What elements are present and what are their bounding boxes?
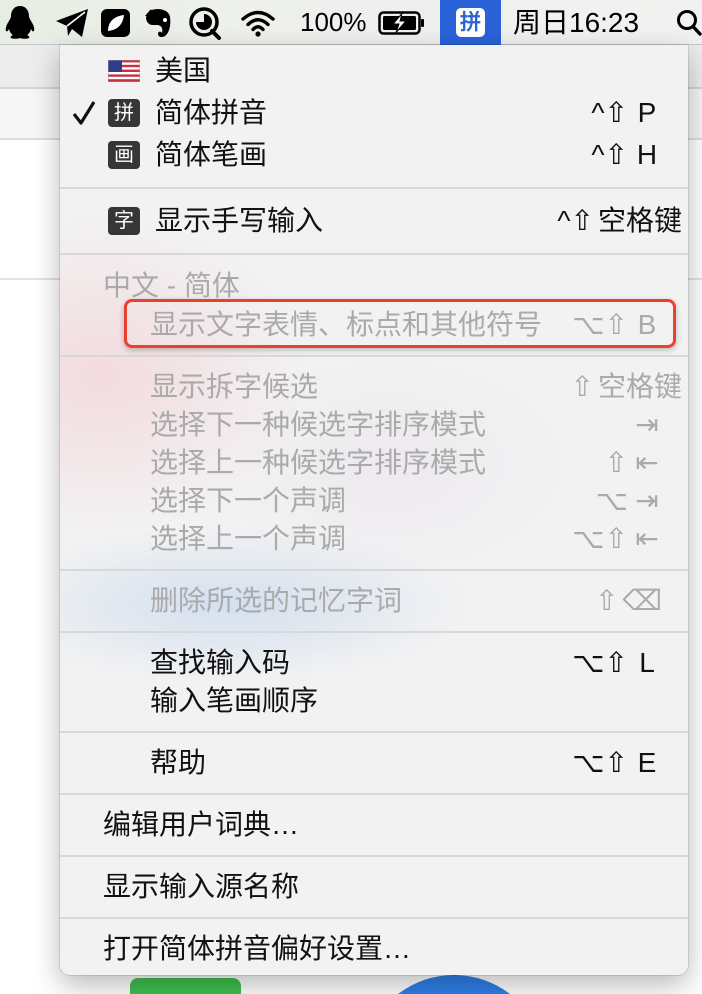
menu-item-show-handwriting[interactable]: 字 显示手写输入 ^⇧ 空格键 [60, 200, 688, 242]
us-flag-icon [108, 60, 140, 82]
shortcut-modifiers: ⇧ [570, 371, 594, 402]
shortcut-modifiers: ^⇧ [591, 139, 628, 170]
menu-separator [60, 558, 688, 582]
shortcut-key: 空格键 [597, 205, 682, 236]
menu-separator [60, 782, 688, 806]
menu-item-show-split-candidates: 显示拆字候选 ⇧ 空格键 [60, 368, 688, 406]
menu-item-simplified-stroke[interactable]: 画 简体笔画 ^⇧ H [60, 134, 688, 176]
menu-separator [60, 844, 688, 868]
menu-item-us[interactable]: 美国 [60, 50, 688, 92]
shortcut-key: P [637, 97, 657, 128]
menu-item-delete-memorized-words: 删除所选的记忆字词 ⇧ ⌫ [60, 582, 688, 620]
menu-item-previous-sort-mode: 选择上一种候选字排序模式 ⇧ ⇤ [60, 444, 688, 482]
background-blue-circle [398, 975, 510, 994]
shortcut-key: ⇤ [635, 523, 659, 554]
menubar-clock[interactable]: 周日16:23 [513, 0, 639, 45]
shortcut-keys: ^⇧ P [591, 92, 662, 134]
stroke-input-icon: 画 [108, 141, 140, 169]
shortcut-modifiers: ⌥⇧ [572, 523, 628, 554]
menu-item-label: 选择上一种候选字排序模式 [150, 447, 487, 478]
menu-item-label: 选择上一个声调 [150, 523, 347, 554]
menu-separator [60, 720, 688, 744]
shortcut-modifiers: ⌥ [595, 485, 628, 516]
evernote-icon[interactable] [142, 0, 174, 45]
menu-item-label: 美国 [155, 55, 212, 86]
spotlight-search-icon[interactable] [676, 0, 702, 45]
menu-bar: 100% 拼 周日16:23 [0, 0, 702, 45]
menu-separator [60, 906, 688, 930]
shortcut-keys: ⌥⇧ L [572, 644, 662, 682]
menu-item-label: 简体笔画 [155, 139, 268, 170]
shortcut-modifiers: ^⇧ [557, 205, 594, 236]
shortcut-key: ⇥ [635, 485, 659, 516]
menu-item-edit-user-dictionary[interactable]: 编辑用户词典… [60, 806, 688, 844]
checkmark-icon [72, 100, 96, 126]
shortcut-key: E [637, 747, 657, 778]
shortcut-keys: ⇧ ⇤ [605, 444, 662, 482]
pinyin-input-icon: 拼 [456, 8, 485, 37]
handwriting-icon: 字 [108, 207, 140, 235]
menu-item-open-preferences[interactable]: 打开简体拼音偏好设置… [60, 930, 688, 968]
menu-item-label: 选择下一个声调 [150, 485, 347, 516]
menu-item-label: 选择下一种候选字排序模式 [150, 409, 487, 440]
qq-penguin-icon[interactable] [3, 0, 37, 45]
menu-item-label: 编辑用户词典… [103, 809, 300, 840]
menu-item-label: 显示拆字候选 [150, 371, 319, 402]
menu-item-previous-tone: 选择上一个声调 ⌥⇧ ⇤ [60, 520, 688, 558]
note-app-icon[interactable] [99, 0, 131, 45]
paper-plane-icon[interactable] [54, 0, 90, 45]
input-source-menu-extra[interactable]: 拼 [440, 0, 501, 45]
shortcut-key: H [636, 139, 658, 170]
shortcut-key: ⇥ [635, 409, 659, 440]
shortcut-modifiers: ^⇧ [591, 97, 628, 128]
qq-browser-icon[interactable] [187, 0, 223, 45]
menu-item-show-input-source-name[interactable]: 显示输入源名称 [60, 868, 688, 906]
wifi-icon[interactable] [240, 0, 276, 45]
menu-item-help[interactable]: 帮助 ⌥⇧ E [60, 744, 688, 782]
battery-percentage[interactable]: 100% [300, 0, 367, 45]
menu-item-simplified-pinyin[interactable]: 拼 简体拼音 ^⇧ P [60, 92, 688, 134]
menu-item-label: 帮助 [150, 747, 207, 778]
menu-item-lookup-input-code[interactable]: 查找输入码 ⌥⇧ L [60, 644, 688, 682]
menu-item-input-stroke-order[interactable]: 输入笔画顺序 [60, 682, 688, 720]
menu-item-next-sort-mode: 选择下一种候选字排序模式 ⇥ [60, 406, 688, 444]
shortcut-keys: ⇧ ⌫ [595, 582, 662, 620]
shortcut-keys: ^⇧ H [591, 134, 662, 176]
menu-separator [60, 176, 688, 200]
shortcut-keys: ⇥ [628, 406, 662, 444]
shortcut-key: L [639, 647, 655, 678]
shortcut-modifiers: ⇧ [604, 447, 628, 478]
shortcut-modifiers: ⇧ [594, 585, 619, 616]
menu-separator [60, 620, 688, 644]
menu-item-label: 简体拼音 [155, 97, 268, 128]
menu-item-label: 删除所选的记忆字词 [150, 585, 403, 616]
shortcut-key: ⇤ [635, 447, 659, 478]
menu-separator [60, 242, 688, 266]
pinyin-input-icon: 拼 [108, 99, 140, 127]
shortcut-modifiers: ⌥⇧ [572, 747, 628, 778]
shortcut-key: 空格键 [597, 371, 682, 402]
shortcut-keys: ⌥⇧ ⇤ [572, 520, 662, 558]
shortcut-keys: ⌥ ⇥ [596, 482, 662, 520]
shortcut-keys: ⇧ 空格键 [571, 368, 682, 406]
shortcut-keys: ⌥⇧ E [572, 744, 662, 782]
menu-item-label: 显示手写输入 [155, 205, 324, 236]
background-green-button [130, 978, 241, 994]
menu-item-label: 查找输入码 [150, 647, 291, 678]
menu-item-label: 打开简体拼音偏好设置… [103, 933, 412, 964]
menu-item-label: 输入笔画顺序 [150, 685, 319, 716]
menu-item-next-tone: 选择下一个声调 ⌥ ⇥ [60, 482, 688, 520]
input-source-menu: 美国 拼 简体拼音 ^⇧ P 画 简体笔画 ^⇧ H 字 显示手写输入 ^⇧ 空… [60, 45, 688, 975]
highlight-annotation-box [124, 299, 676, 348]
menu-item-label: 显示输入源名称 [103, 871, 300, 902]
battery-charging-icon[interactable] [377, 0, 425, 45]
shortcut-key: ⌫ [622, 585, 662, 616]
shortcut-keys: ^⇧ 空格键 [557, 200, 682, 242]
shortcut-modifiers: ⌥⇧ [572, 647, 628, 678]
